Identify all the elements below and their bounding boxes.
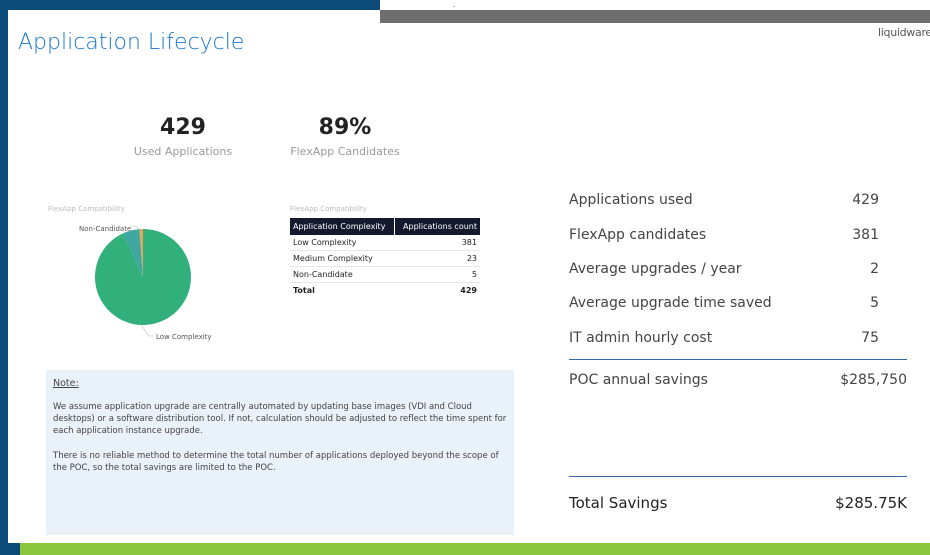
column-header-complexity[interactable]: Application Complexity [290, 218, 396, 235]
metric-label: IT admin hourly cost [569, 330, 713, 346]
liquidware-logo: liquidware [878, 26, 930, 39]
metric-label: FlexApp candidates [569, 227, 707, 243]
kpi-label: Used Applications [133, 145, 233, 158]
table-row[interactable]: Low Complexity 381 [290, 235, 480, 251]
kpi-value: 89% [318, 115, 372, 140]
table-row[interactable]: Non-Candidate 5 [290, 266, 480, 283]
note-title: Note: [53, 378, 79, 389]
bottom-band [0, 543, 930, 555]
total-label: Total Savings [569, 494, 668, 512]
pie-caption: FlexApp Compatibility [48, 205, 125, 213]
kpi-used-applications[interactable]: 429 Used Applications [118, 115, 248, 158]
metric-value: $285,750 [840, 372, 907, 388]
column-header-count[interactable]: Applications count [394, 218, 480, 235]
pie-chart[interactable]: Non-Candidate Low Complexity [40, 215, 240, 355]
pie-label-non-candidate: Non-Candidate [79, 225, 131, 233]
table-header-row: Application Complexity Applications coun… [290, 218, 480, 235]
metric-value: 381 [852, 227, 879, 243]
metric-label: Applications used [569, 192, 693, 208]
note-paragraph: We assume application upgrade are centra… [53, 401, 507, 437]
leader-line-bottom [140, 324, 154, 337]
table-cell: Non-Candidate [290, 266, 395, 283]
kpi-label: FlexApp Candidates [290, 145, 400, 158]
table-cell: 381 [394, 235, 480, 251]
table-cell: Medium Complexity [290, 250, 395, 267]
kpi-value: 429 [160, 115, 206, 140]
total-value: $285.75K [835, 494, 907, 512]
table-cell: Low Complexity [290, 235, 395, 251]
note-box: Note: We assume application upgrade are … [46, 370, 514, 535]
table-cell: 429 [394, 282, 480, 298]
pie-label-low-complexity: Low Complexity [156, 333, 212, 341]
top-dot: . [453, 1, 456, 9]
separator-line [569, 476, 907, 477]
bottom-band-accent [0, 543, 20, 555]
table-cell: 5 [394, 266, 480, 283]
top-band-grey [380, 10, 930, 23]
table-cell: 23 [394, 250, 480, 267]
separator-line [569, 359, 907, 360]
table-caption: FlexApp Compatibility [290, 205, 367, 213]
top-band [0, 0, 380, 10]
metric-value: 5 [870, 295, 879, 311]
left-bar [0, 10, 8, 543]
metric-value: 2 [870, 261, 879, 277]
table-total-row: Total 429 [290, 282, 480, 298]
table-cell: Total [290, 282, 395, 298]
complexity-table: Application Complexity Applications coun… [290, 218, 480, 298]
table-row[interactable]: Medium Complexity 23 [290, 250, 480, 267]
metric-value: 429 [852, 192, 879, 208]
kpi-flexapp-candidates[interactable]: 89% FlexApp Candidates [270, 115, 420, 158]
page-title: Application Lifecycle [18, 30, 245, 55]
metric-label: Average upgrade time saved [569, 295, 772, 311]
metric-value: 75 [861, 330, 879, 346]
metric-label: Average upgrades / year [569, 261, 742, 277]
note-paragraph: There is no reliable method to determine… [53, 450, 499, 474]
metric-label: POC annual savings [569, 372, 708, 388]
